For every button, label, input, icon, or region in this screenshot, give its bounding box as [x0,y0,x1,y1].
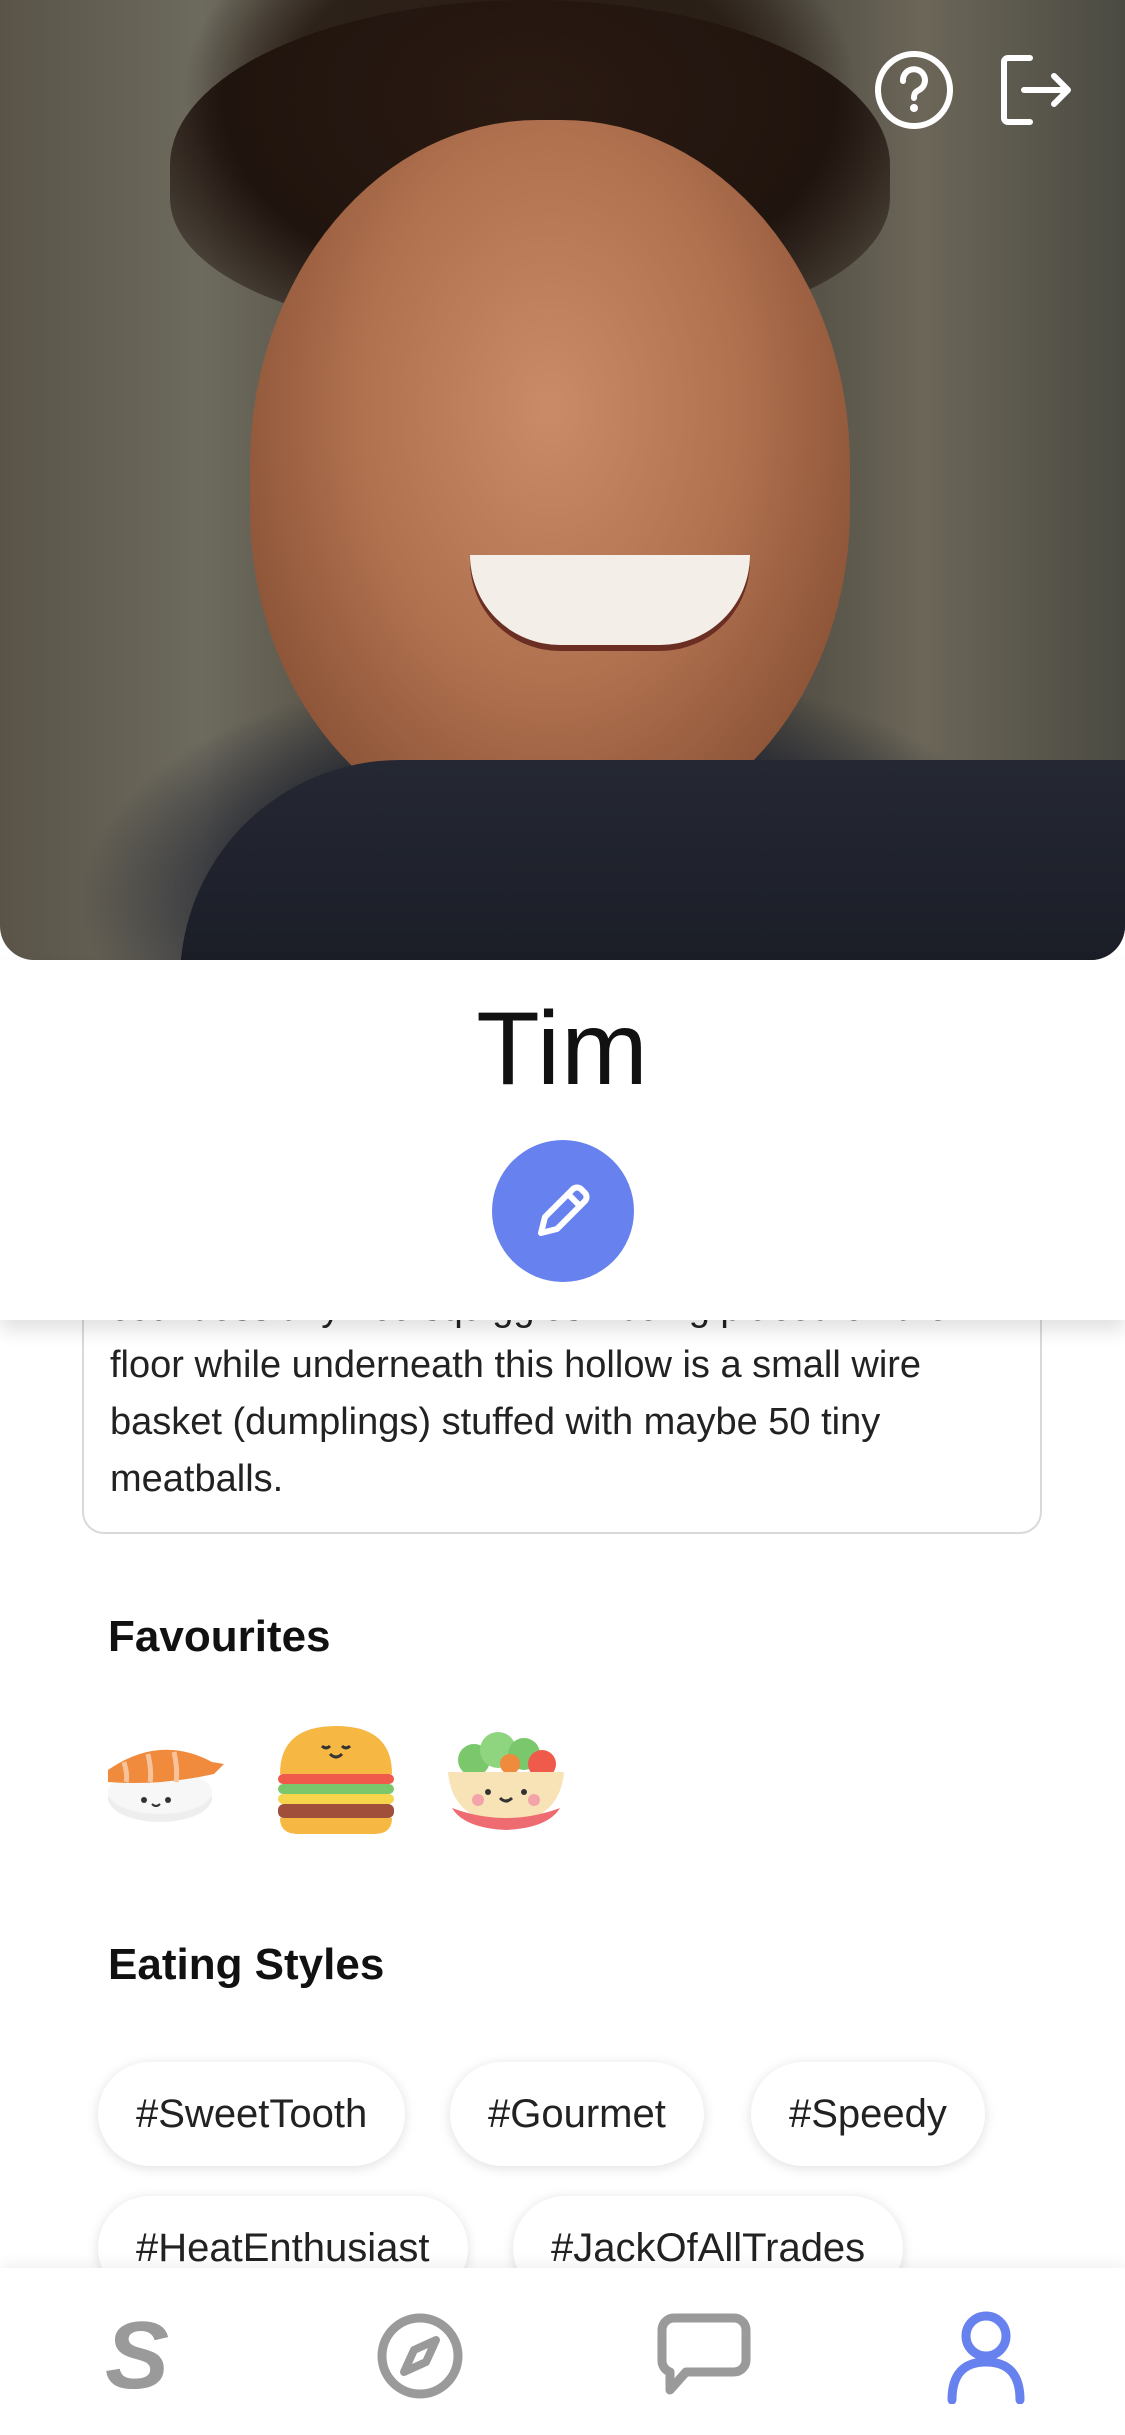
tag-sweettooth[interactable]: #SweetTooth [98,2062,406,2166]
sushi-icon[interactable] [104,1720,228,1845]
svg-text:S: S [105,2308,169,2404]
favourites-title: Favourites [108,1612,331,1661]
nav-profile[interactable] [936,2306,1036,2406]
help-circle-icon [875,51,953,129]
logout-button[interactable] [994,48,1078,132]
help-button[interactable] [872,48,956,132]
logout-icon [1001,55,1071,125]
burger-icon[interactable] [274,1720,398,1845]
tag-gourmet[interactable]: #Gourmet [450,2062,704,2166]
edit-profile-button[interactable] [492,1140,634,1282]
name-card: Tim [0,960,1125,1320]
nav-messages[interactable] [654,2306,754,2406]
tag-speedy[interactable]: #Speedy [751,2062,985,2166]
pencil-icon [538,1184,590,1236]
chat-bubble-icon [657,2313,751,2395]
nav-explore[interactable] [370,2306,470,2406]
user-icon [947,2311,1025,2404]
nav-home[interactable]: S [90,2306,190,2406]
home-logo-icon: S [105,2308,169,2404]
photo-face [250,120,850,840]
profile-photo [0,0,1125,960]
profile-name: Tim [476,991,649,1107]
eating-styles-title: Eating Styles [108,1940,385,1989]
compass-icon [377,2313,463,2399]
bottom-nav: S [0,2268,1125,2435]
salad-icon[interactable] [444,1720,568,1845]
photo-jacket [180,760,1125,960]
